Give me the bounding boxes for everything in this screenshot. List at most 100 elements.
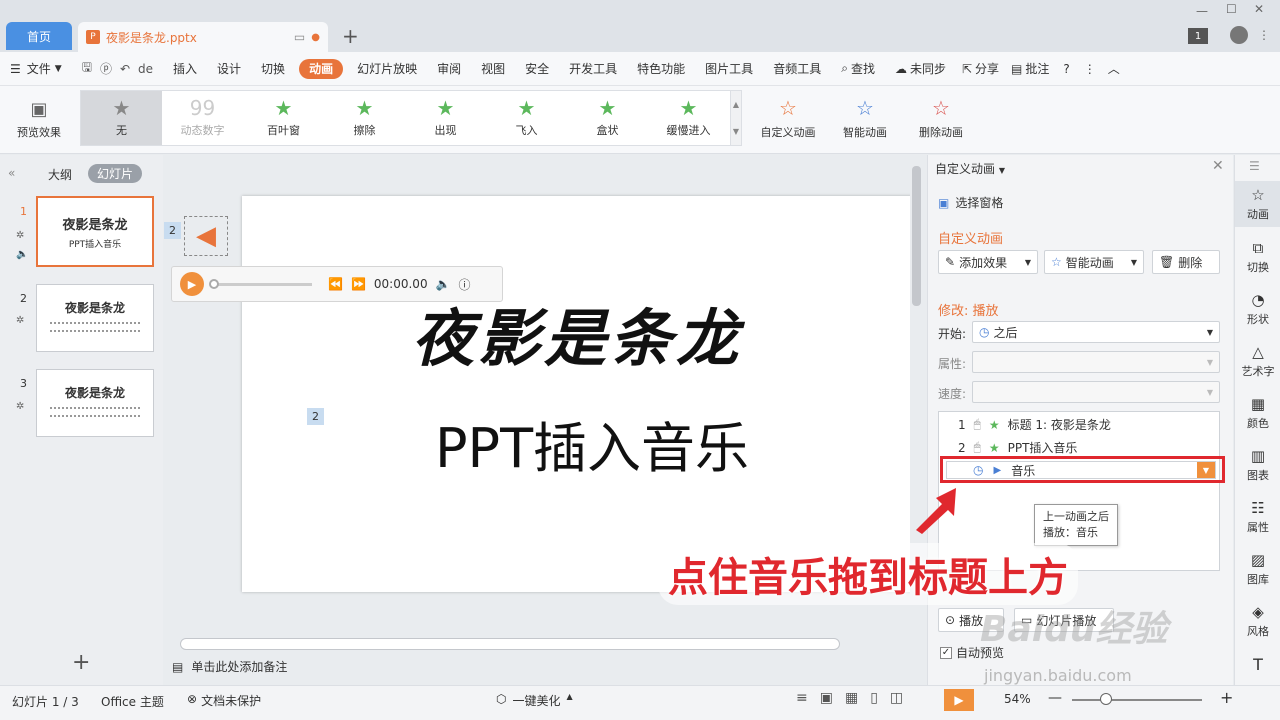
- slide-thumbnail-2[interactable]: 夜影是条龙: [36, 284, 154, 352]
- reading-view-icon[interactable]: ▯: [870, 690, 878, 706]
- menu-insert[interactable]: 插入: [163, 52, 207, 86]
- slide-thumbnail-1[interactable]: 夜影是条龙 PPT插入音乐: [36, 196, 154, 267]
- menu-audio-tools[interactable]: 音频工具: [763, 52, 831, 86]
- toolbar-menu-icon[interactable]: ☰: [1249, 159, 1260, 173]
- file-menu[interactable]: ☰ 文件 ▼: [0, 52, 72, 86]
- menu-design[interactable]: 设计: [207, 52, 251, 86]
- menu-view[interactable]: 视图: [471, 52, 515, 86]
- custom-animation-button[interactable]: ☆ 自定义动画: [752, 92, 824, 144]
- horizontal-scrollbar[interactable]: [180, 638, 840, 650]
- presenter-view-icon[interactable]: ◫: [890, 690, 903, 706]
- rewind-icon[interactable]: ⏪: [328, 277, 343, 291]
- close-window-icon[interactable]: ✕: [1254, 2, 1264, 16]
- zoom-out-icon[interactable]: —: [1048, 690, 1062, 706]
- collapse-panel-icon[interactable]: «: [8, 166, 15, 180]
- close-pane-icon[interactable]: ✕: [1212, 158, 1224, 174]
- audio-progress-bar[interactable]: [209, 278, 312, 289]
- volume-icon[interactable]: 🔈: [436, 277, 451, 291]
- slide-canvas[interactable]: 夜影是条龙 PPT插入音乐 2: [242, 196, 912, 592]
- doc-protection[interactable]: ⊗ 文档未保护: [187, 692, 261, 709]
- property-select[interactable]: ▼: [972, 351, 1220, 373]
- sorter-view-icon[interactable]: ▦: [845, 690, 858, 706]
- comment-button[interactable]: ▤ 批注: [1005, 52, 1055, 86]
- animation-list-item[interactable]: 2 🖱 ★ PPT插入音乐: [958, 439, 1077, 456]
- more-options-icon[interactable]: ⋮: [1078, 52, 1102, 86]
- sync-button[interactable]: ☁ 未同步: [885, 52, 956, 86]
- anim-blinds[interactable]: ★ 百叶窗: [243, 91, 324, 145]
- avatar[interactable]: [1230, 26, 1248, 44]
- notes-area[interactable]: ▤ 单击此处添加备注: [172, 658, 287, 675]
- item-dropdown-icon[interactable]: ▼: [1197, 462, 1215, 478]
- normal-view-icon[interactable]: ▣: [820, 690, 833, 706]
- print-icon[interactable]: ⓟ: [100, 60, 112, 77]
- text-icon[interactable]: T: [1235, 655, 1280, 674]
- progress-handle[interactable]: [209, 278, 219, 289]
- sidebar-style[interactable]: ◈ 风格: [1235, 603, 1280, 639]
- delete-button[interactable]: 🗑 删除: [1152, 250, 1220, 274]
- smart-animation-pane-button[interactable]: ☆ 智能动画 ▼: [1044, 250, 1144, 274]
- outline-tab[interactable]: 大纲: [48, 166, 72, 183]
- collapse-ribbon-icon[interactable]: ︿: [1102, 52, 1126, 86]
- speed-select[interactable]: ▼: [972, 381, 1220, 403]
- speaker-icon[interactable]: ◀: [184, 216, 228, 256]
- sidebar-gallery[interactable]: ▨ 图库: [1235, 551, 1280, 587]
- menu-features[interactable]: 特色功能: [627, 52, 695, 86]
- add-slide-button[interactable]: +: [72, 650, 90, 675]
- sidebar-animation[interactable]: ☆ 动画: [1235, 181, 1280, 227]
- maximize-icon[interactable]: ☐: [1226, 2, 1237, 16]
- zoom-level[interactable]: 54%: [1004, 692, 1031, 706]
- sidebar-transition[interactable]: ⧉ 切换: [1235, 239, 1280, 275]
- slides-tab[interactable]: 幻灯片: [88, 164, 143, 183]
- start-select[interactable]: ◷ 之后 ▼: [972, 321, 1220, 343]
- anim-slow-in[interactable]: ★ 缓慢进入: [648, 91, 729, 145]
- beautify-button[interactable]: ⬡ 一键美化 ▲: [496, 692, 573, 709]
- fast-forward-icon[interactable]: ⏩: [351, 277, 366, 291]
- slide-thumbnail-3[interactable]: 夜影是条龙: [36, 369, 154, 437]
- help-button[interactable]: ?: [1055, 52, 1077, 86]
- share-button[interactable]: ⇱ 分享: [956, 52, 1005, 86]
- sidebar-shape[interactable]: ◔ 形状: [1235, 291, 1280, 327]
- scroll-thumb[interactable]: [912, 166, 921, 306]
- menu-animation[interactable]: 动画: [299, 58, 344, 79]
- info-icon[interactable]: ⓘ: [459, 276, 471, 293]
- monitor-icon[interactable]: ▭: [294, 30, 305, 44]
- pane-header[interactable]: 自定义动画 ▼: [935, 160, 1005, 177]
- sidebar-property[interactable]: ☷ 属性: [1235, 499, 1280, 535]
- zoom-handle[interactable]: [1100, 693, 1112, 705]
- more-icon[interactable]: ⋮: [1258, 28, 1270, 42]
- menu-picture-tools[interactable]: 图片工具: [695, 52, 763, 86]
- add-effect-button[interactable]: ✎ 添加效果 ▼: [938, 250, 1038, 274]
- delete-animation-button[interactable]: ☆ 删除动画: [906, 92, 976, 144]
- start-slideshow-button[interactable]: ▶: [944, 689, 974, 711]
- menu-slideshow[interactable]: 幻灯片放映: [347, 52, 427, 86]
- sidebar-color[interactable]: ▦ 颜色: [1235, 395, 1280, 431]
- animation-list-item-selected[interactable]: ◷ ▶ 音乐 ▼: [946, 461, 1216, 479]
- animation-list-item[interactable]: 1 🖱 ★ 标题 1: 夜影是条龙: [958, 416, 1111, 433]
- anim-appear[interactable]: ★ 出现: [405, 91, 486, 145]
- anim-wipe[interactable]: ★ 擦除: [324, 91, 405, 145]
- tab-count-badge[interactable]: 1: [1188, 28, 1208, 44]
- new-tab-icon[interactable]: +: [342, 24, 359, 48]
- minimize-icon[interactable]: —: [1196, 4, 1208, 18]
- sidebar-chart[interactable]: ▥ 图表: [1235, 447, 1280, 483]
- play-icon[interactable]: ▶: [180, 272, 204, 296]
- tab-home[interactable]: 首页: [6, 22, 72, 50]
- preview-effect-button[interactable]: ▣ 预览效果: [8, 94, 70, 144]
- zoom-slider[interactable]: [1072, 699, 1202, 701]
- menu-developer[interactable]: 开发工具: [559, 52, 627, 86]
- anim-number[interactable]: 99 动态数字: [162, 91, 243, 145]
- anim-fly-in[interactable]: ★ 飞入: [486, 91, 567, 145]
- zoom-in-icon[interactable]: +: [1220, 688, 1233, 707]
- sidebar-wordart[interactable]: △ 艺术字: [1235, 343, 1280, 379]
- selection-pane-link[interactable]: ▣ 选择窗格: [938, 194, 1003, 211]
- undo-icon[interactable]: ↶: [120, 62, 130, 76]
- menu-transition[interactable]: 切换: [251, 52, 295, 86]
- menu-review[interactable]: 审阅: [427, 52, 471, 86]
- menu-security[interactable]: 安全: [515, 52, 559, 86]
- anim-none[interactable]: ★ 无: [81, 91, 162, 145]
- search-button[interactable]: ⌕ 查找: [831, 52, 885, 86]
- notes-view-icon[interactable]: ≡: [796, 690, 808, 706]
- theme-name[interactable]: Office 主题: [101, 693, 164, 710]
- anim-box[interactable]: ★ 盒状: [567, 91, 648, 145]
- smart-animation-button[interactable]: ☆ 智能动画: [832, 92, 898, 144]
